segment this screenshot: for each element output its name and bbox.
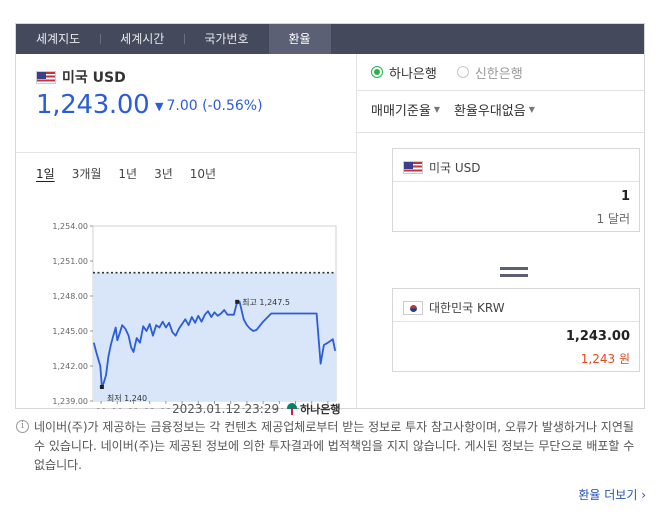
divider	[357, 132, 644, 133]
rate-chart-area: 1일 3개월 1년 3년 10년 1,254.00 1,251.00 1,248.0…	[16, 152, 356, 416]
x-tick-label: 11	[128, 408, 139, 409]
radio-unchecked-icon	[456, 66, 469, 78]
y-tick-label: 1,254.00	[52, 222, 88, 231]
preferential-rate-dropdown[interactable]: 환율우대없음 ▼	[454, 100, 535, 119]
us-flag-icon	[403, 161, 423, 174]
radio-checked-icon	[371, 66, 383, 78]
x-tick-label: 13	[160, 408, 171, 409]
bank-logo-text: 하나은행	[300, 403, 341, 416]
tab-world-map[interactable]: 세계지도	[16, 24, 100, 54]
rate-type-dropdown[interactable]: 매매기준율 ▼	[371, 100, 440, 119]
y-tick-label: 1,251.00	[52, 257, 88, 266]
x-tick-label: 10	[112, 408, 124, 409]
radio-hana-bank[interactable]: 하나은행	[371, 63, 437, 82]
caret-down-icon: ▼	[433, 105, 440, 114]
divider	[393, 181, 639, 182]
divider	[393, 321, 639, 322]
hana-bank-logo-icon	[286, 403, 298, 415]
tab-country-code[interactable]: 국가번호	[184, 24, 268, 54]
to-currency-name: 대한민국 KRW	[429, 301, 505, 315]
to-currency-box[interactable]: 대한민국 KRW 1,243.00 1,243 원	[392, 288, 640, 372]
dropdown-label: 매매기준율	[371, 104, 431, 119]
to-currency-header[interactable]: 대한민국 KRW	[403, 299, 505, 316]
disclaimer: i 네이버(주)가 제공하는 금융정보는 각 컨텐츠 제공업체로부터 받는 정보…	[16, 418, 646, 475]
dropdown-label: 환율우대없음	[453, 104, 526, 119]
bank-selector: 하나은행 신한은행	[357, 54, 644, 91]
x-tick-label: 09	[95, 408, 107, 409]
more-exchange-link[interactable]: 환율 더보기 ›	[578, 486, 646, 503]
info-icon: i	[16, 420, 29, 433]
y-tick-label: 1,245.00	[52, 327, 88, 336]
chevron-right-icon: ›	[641, 488, 646, 502]
tab-world-time[interactable]: 세계시간	[100, 24, 184, 54]
x-tick-label: 12	[144, 408, 155, 409]
radio-label: 하나은행	[389, 66, 437, 82]
exchange-widget: 세계지도 세계시간 국가번호 환율 미국 USD 1,243.00 ▼ 7.00 …	[15, 23, 645, 416]
rate-change: ▼ 7.00 (-0.56%)	[155, 98, 263, 114]
from-amount-text: 1 달러	[596, 212, 630, 226]
extreme-label: 최고 1,247.5	[242, 297, 290, 307]
caret-down-icon: ▼	[528, 105, 535, 114]
currency-header: 미국 USD	[36, 67, 126, 87]
rate-options: 매매기준율 ▼ 환율우대없음 ▼	[371, 100, 535, 119]
y-tick-label: 1,242.00	[52, 362, 88, 371]
rate-panel: 미국 USD 1,243.00 ▼ 7.00 (-0.56%) 1일 3개월 1년…	[16, 54, 357, 416]
rate-line-chart: 1,254.00 1,251.00 1,248.00 1,245.00 1,242.00…	[52, 222, 337, 409]
chart-timestamp: 2023.01.12 23:29	[172, 402, 280, 416]
extreme-marker	[235, 299, 240, 304]
to-amount-text: 1,243 원	[580, 352, 630, 366]
top-tabs: 세계지도 세계시간 국가번호 환율	[16, 24, 644, 54]
extreme-marker	[99, 385, 104, 389]
to-amount-input[interactable]: 1,243.00	[566, 329, 630, 344]
rate-change-value: 7.00 (-0.56%)	[166, 98, 263, 114]
us-flag-icon	[36, 70, 56, 84]
radio-shinhan-bank[interactable]: 신한은행	[456, 63, 523, 82]
more-link-label: 환율 더보기	[578, 488, 638, 502]
down-arrow-icon: ▼	[155, 100, 164, 113]
disclaimer-text: 네이버(주)가 제공하는 금융정보는 각 컨텐츠 제공업체로부터 받는 정보로 …	[34, 420, 635, 472]
tab-exchange-rate[interactable]: 환율	[268, 24, 331, 54]
currency-name: 미국 USD	[62, 70, 126, 86]
equals-icon	[500, 266, 528, 278]
from-currency-name: 미국 USD	[429, 161, 481, 175]
bank-logo: 하나은행	[286, 401, 340, 417]
current-rate: 1,243.00	[36, 90, 150, 120]
from-currency-header[interactable]: 미국 USD	[403, 159, 481, 176]
kr-flag-icon	[403, 300, 423, 315]
from-currency-box[interactable]: 미국 USD 1 1 달러	[392, 148, 640, 232]
converter-panel: 하나은행 신한은행 매매기준율 ▼ 환율우대없음 ▼ 미국 USD 1 1 달러…	[357, 54, 644, 408]
y-tick-label: 1,248.00	[52, 292, 88, 301]
extreme-label: 최저 1,240	[107, 393, 147, 403]
y-tick-label: 1,239.00	[52, 397, 88, 406]
radio-label: 신한은행	[474, 66, 523, 82]
from-amount-input[interactable]: 1	[621, 189, 630, 204]
